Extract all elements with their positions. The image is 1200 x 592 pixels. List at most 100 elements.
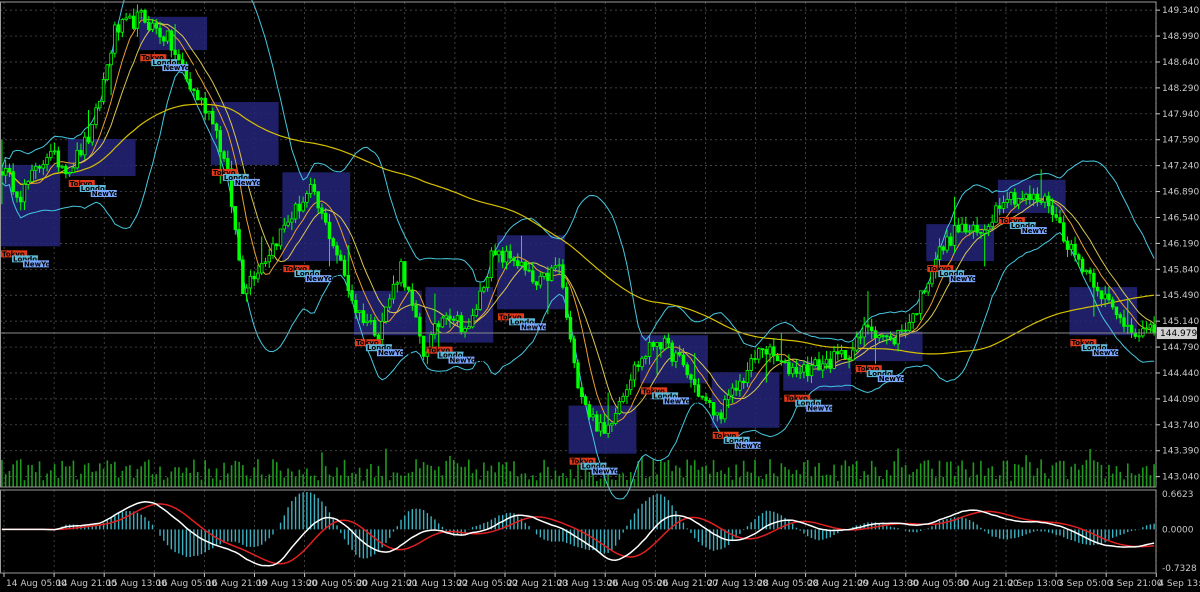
candle-body — [982, 229, 987, 234]
candle-body — [388, 298, 392, 308]
candle-body — [568, 316, 573, 340]
candle-body — [741, 380, 746, 384]
candle-body — [674, 352, 678, 362]
candle-body — [580, 387, 584, 398]
candle-body — [542, 272, 546, 277]
candle-body — [881, 335, 885, 337]
candle-body — [271, 243, 275, 257]
candle-body — [162, 36, 166, 42]
candle-body — [297, 203, 302, 212]
session-label-newyork: NewYork — [593, 468, 628, 476]
candle-body — [237, 229, 241, 261]
candle-body — [41, 164, 46, 169]
candle-body — [463, 328, 467, 333]
candle-body — [233, 206, 238, 230]
candle-body — [821, 363, 825, 371]
candle-body — [339, 254, 343, 261]
candle-body — [116, 24, 121, 33]
candle-body — [399, 261, 403, 284]
candle-body — [805, 364, 810, 377]
candle-body — [290, 218, 294, 223]
candle-body — [610, 423, 614, 426]
session-label-newyork: NewYork — [736, 442, 771, 450]
candle-body — [783, 361, 787, 364]
candle-body — [606, 424, 610, 434]
session-label-newyork: NewYork — [163, 64, 198, 72]
candle-body — [26, 181, 30, 185]
main-panel-background — [0, 0, 1200, 592]
oscillator-tick-label: 0.6623 — [1162, 490, 1194, 500]
candle-body — [711, 402, 716, 416]
candle-body — [1122, 317, 1126, 327]
candle-body — [308, 184, 313, 194]
candle-body — [738, 380, 742, 391]
candle-body — [561, 264, 565, 288]
candle-body — [772, 346, 776, 357]
candle-body — [410, 289, 415, 306]
candle-body — [892, 338, 897, 345]
price-tick-label: 147.240 — [1162, 162, 1199, 172]
candle-body — [365, 320, 369, 324]
time-tick-label: 4 Sep 13:00 — [1158, 579, 1200, 589]
candle-body — [839, 349, 844, 355]
session-label-newyork: NewYork — [306, 275, 341, 283]
candle-body — [1148, 324, 1153, 329]
candle-body — [757, 348, 761, 360]
candle-body — [828, 358, 833, 369]
candle-body — [135, 11, 140, 29]
candle-body — [666, 337, 671, 344]
candle-body — [1050, 205, 1055, 215]
candle-body — [1129, 324, 1134, 334]
candle-body — [1080, 258, 1085, 273]
candle-body — [546, 272, 550, 281]
candle-body — [361, 310, 366, 324]
candle-body — [403, 261, 407, 288]
price-tick-label: 148.640 — [1162, 58, 1199, 68]
candle-body — [222, 151, 226, 159]
candle-body — [267, 255, 271, 263]
candle-body — [1088, 269, 1092, 274]
price-tick-label: 149.340 — [1162, 6, 1199, 16]
candle-body — [218, 130, 222, 153]
candle-body — [256, 272, 260, 280]
candle-body — [512, 257, 516, 262]
candle-body — [990, 221, 994, 227]
candle-body — [531, 270, 535, 283]
candle-body — [994, 205, 998, 223]
candle-body — [854, 336, 859, 351]
candle-body — [869, 326, 874, 332]
session-label-newyork: NewYork — [235, 179, 270, 187]
candle-body — [1005, 199, 1009, 203]
candle-body — [109, 52, 113, 66]
trading-chart: TokyoLondonNewYorkTokyoLondonNewYorkToky… — [0, 0, 1200, 592]
candle-body — [1118, 314, 1122, 319]
candle-body — [885, 335, 889, 338]
price-tick-label: 146.540 — [1162, 213, 1199, 223]
session-label-newyork: NewYork — [1022, 227, 1057, 235]
candle-body — [293, 203, 298, 220]
candle-body — [147, 21, 151, 30]
candle-body — [745, 370, 750, 384]
oscillator-tick-label: -0.7328 — [1162, 564, 1197, 574]
candle-body — [843, 349, 848, 360]
candle-body — [764, 348, 768, 355]
candle-body — [1043, 195, 1047, 203]
price-tick-label: 145.840 — [1162, 265, 1199, 275]
candle-body — [553, 265, 558, 269]
session-label-newyork: NewYork — [1093, 349, 1128, 357]
candle-body — [493, 250, 497, 256]
candle-body — [286, 221, 290, 226]
candle-body — [858, 336, 863, 339]
candle-body — [802, 364, 806, 373]
candle-body — [817, 359, 821, 371]
candle-body — [659, 342, 663, 350]
candle-body — [241, 259, 245, 295]
candle-body — [508, 250, 512, 259]
candle-body — [576, 362, 580, 389]
candle-body — [143, 10, 147, 23]
candle-body — [862, 324, 866, 338]
candle-body — [211, 110, 215, 125]
candle-body — [681, 354, 686, 366]
candle-body — [903, 329, 908, 332]
session-label-newyork: NewYork — [378, 349, 413, 357]
